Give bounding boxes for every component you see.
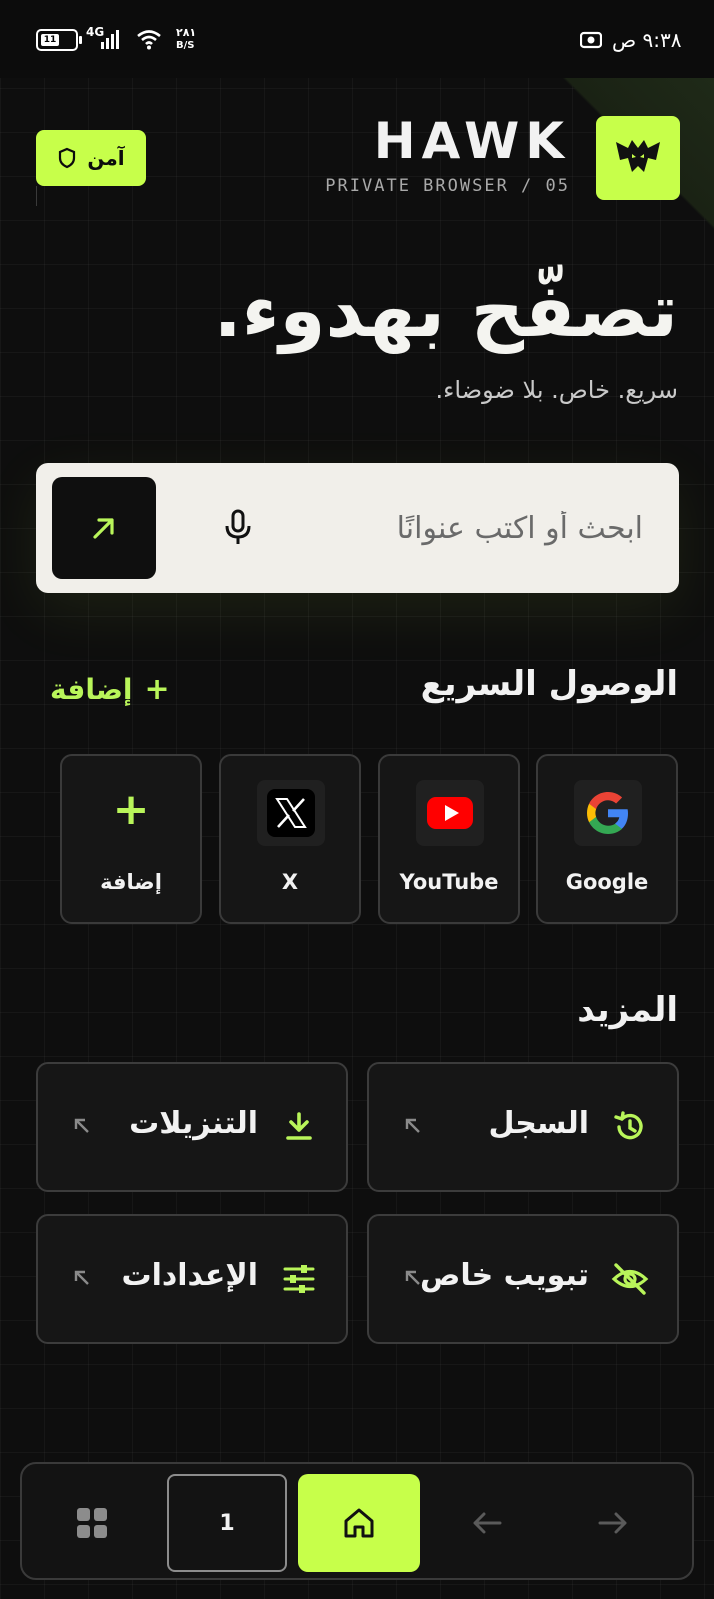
hero-title: تصفّح بهدوء. xyxy=(213,268,678,354)
download-icon xyxy=(280,1108,318,1146)
x-glyph xyxy=(275,798,307,828)
signal-icon xyxy=(101,30,119,49)
battery-level: 11 xyxy=(41,34,59,46)
more-item-downloads[interactable]: التنزيلات xyxy=(36,1062,348,1192)
hawk-logo-glyph xyxy=(616,140,660,172)
header-divider xyxy=(36,186,37,206)
google-icon xyxy=(574,780,642,846)
arrow-right-icon xyxy=(598,1512,627,1534)
add-shortcut-link[interactable]: إضافة + xyxy=(50,672,170,707)
youtube-glyph xyxy=(427,797,473,829)
quick-access-title: الوصول السريع xyxy=(420,664,678,704)
speed-value: ٢٨١ xyxy=(176,26,197,39)
arrow-up-left-icon xyxy=(70,1266,94,1290)
tile-label: X xyxy=(281,870,299,894)
speed-unit: B/S xyxy=(176,40,195,51)
arrow-up-left-icon xyxy=(401,1114,425,1138)
tab-count: 1 xyxy=(219,1510,235,1536)
plus-icon: + xyxy=(112,784,150,835)
more-item-private-tab[interactable]: تبويب خاص xyxy=(367,1214,679,1344)
add-label: إضافة xyxy=(50,673,133,706)
home-button[interactable] xyxy=(298,1474,420,1572)
bottom-navigation: 1 xyxy=(20,1462,694,1580)
quick-tile-youtube[interactable]: YouTube xyxy=(378,754,520,924)
more-item-settings[interactable]: الإعدادات xyxy=(36,1214,348,1344)
hero-subtitle: سريع. خاص. بلا ضوضاء. xyxy=(435,376,679,404)
quick-tile-x[interactable]: X xyxy=(219,754,361,924)
arrow-up-left-icon xyxy=(401,1266,425,1290)
x-icon xyxy=(257,780,325,846)
secure-label: آمن xyxy=(87,146,125,170)
google-glyph xyxy=(587,792,628,834)
battery-icon: 11 xyxy=(36,29,82,51)
status-bar: 11 4G ٢٨١ B/S ٩:٣٨ ص xyxy=(0,0,714,78)
screen-record-icon xyxy=(580,31,602,49)
tabs-button[interactable]: 1 xyxy=(167,1474,287,1572)
more-item-history[interactable]: السجل xyxy=(367,1062,679,1192)
search-input[interactable] xyxy=(283,499,643,557)
tile-label: YouTube xyxy=(399,870,499,894)
arrow-up-right-icon xyxy=(93,518,114,539)
quick-tile-google[interactable]: Google xyxy=(536,754,678,924)
wifi-icon xyxy=(137,30,161,50)
microphone-icon xyxy=(225,509,251,544)
tile-label: Google xyxy=(565,870,649,894)
forward-button[interactable] xyxy=(578,1474,648,1572)
tile-label: إضافة xyxy=(100,870,162,894)
shield-icon xyxy=(59,147,76,169)
brand-subtitle: PRIVATE BROWSER / 05 xyxy=(325,176,570,196)
x-logo-box xyxy=(267,789,315,837)
eye-off-icon xyxy=(611,1260,649,1298)
hawk-logo-icon[interactable] xyxy=(596,116,680,200)
secure-badge[interactable]: آمن xyxy=(36,130,146,186)
grid-button[interactable] xyxy=(52,1474,132,1572)
plus-icon: + xyxy=(144,672,170,707)
status-time: ٩:٣٨ ص xyxy=(612,28,682,52)
more-title: المزيد xyxy=(577,990,678,1030)
card-label: التنزيلات xyxy=(129,1106,258,1141)
home-icon xyxy=(344,1508,374,1538)
grid-icon xyxy=(77,1508,107,1538)
brand-name: HAWK xyxy=(373,112,570,170)
microphone-button[interactable] xyxy=(216,506,260,550)
quick-tile-add[interactable]: + إضافة xyxy=(60,754,202,924)
youtube-icon xyxy=(416,780,484,846)
sliders-icon xyxy=(280,1260,318,1298)
arrow-left-icon xyxy=(473,1512,502,1534)
history-icon xyxy=(611,1108,649,1146)
card-label: الإعدادات xyxy=(121,1258,258,1293)
card-label: السجل xyxy=(488,1106,589,1141)
card-label: تبويب خاص xyxy=(419,1258,589,1293)
back-button[interactable] xyxy=(452,1474,522,1572)
search-bar xyxy=(36,463,679,593)
search-go-button[interactable] xyxy=(52,477,156,579)
arrow-up-left-icon xyxy=(70,1114,94,1138)
